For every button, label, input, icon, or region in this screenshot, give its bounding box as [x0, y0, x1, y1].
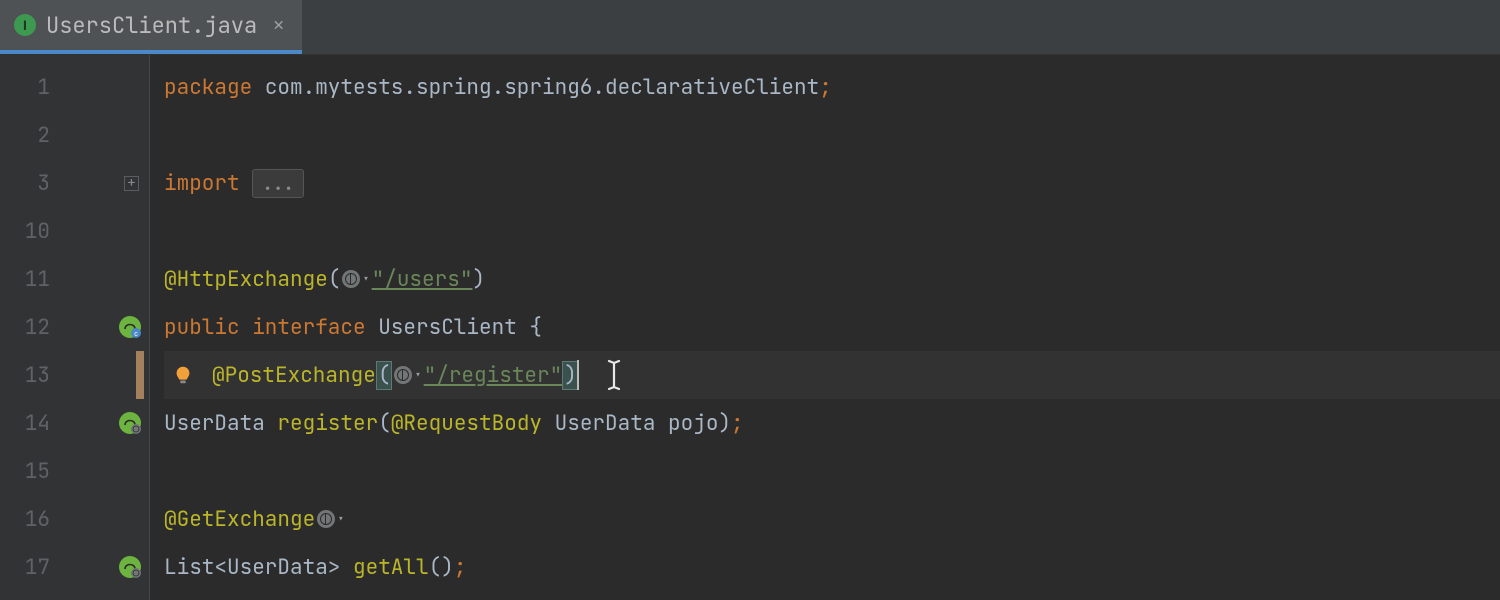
- line-number: 3: [12, 170, 50, 197]
- string-literal: "/users": [372, 266, 473, 293]
- type-name: UserData: [542, 410, 668, 437]
- code-line[interactable]: [164, 447, 1500, 495]
- url-nav-icon[interactable]: ▾: [342, 270, 369, 288]
- method-name: register: [277, 410, 378, 437]
- punct: ;: [731, 410, 744, 437]
- line-number: 2: [12, 122, 50, 149]
- fold-placeholder[interactable]: ...: [252, 169, 304, 198]
- url-nav-icon[interactable]: ▾: [317, 510, 344, 528]
- spring-endpoint-icon[interactable]: [117, 554, 143, 580]
- code-area[interactable]: package com.mytests.spring.spring6.decla…: [150, 55, 1500, 600]
- line-number: 12: [12, 314, 50, 341]
- globe-icon: [342, 270, 360, 288]
- matched-paren: (: [376, 361, 393, 390]
- type-name: List<UserData>: [164, 554, 353, 581]
- fold-expand-icon[interactable]: +: [124, 176, 139, 191]
- svg-text:c: c: [134, 331, 138, 338]
- punct: {: [529, 314, 542, 341]
- editor: 1 2 3 + 10 11 12 c 13 14 15 16 17 package…: [0, 55, 1500, 600]
- tab-bar: I UsersClient.java ✕: [0, 0, 1500, 55]
- method-name: getAll: [353, 554, 429, 581]
- file-tab[interactable]: I UsersClient.java ✕: [0, 0, 302, 54]
- line-number: 1: [12, 74, 50, 101]
- tab-filename: UsersClient.java: [46, 11, 257, 40]
- spring-endpoint-icon[interactable]: [117, 410, 143, 436]
- punct: (: [378, 410, 391, 437]
- code-line[interactable]: [164, 111, 1500, 159]
- code-line[interactable]: @HttpExchange( ▾"/users"): [164, 255, 1500, 303]
- interface-icon: I: [14, 14, 36, 36]
- globe-icon: [317, 510, 335, 528]
- line-number: 10: [12, 218, 50, 245]
- text-caret: [577, 360, 579, 390]
- punct: ;: [819, 74, 832, 101]
- chevron-down-icon: ▾: [337, 511, 344, 527]
- line-number: 17: [12, 554, 50, 581]
- current-line-marker: [136, 351, 144, 399]
- punct: ): [718, 410, 731, 437]
- gutter: 1 2 3 + 10 11 12 c 13 14 15 16 17: [0, 55, 150, 600]
- keyword: public interface: [164, 314, 378, 341]
- intention-bulb-icon[interactable]: [172, 364, 194, 386]
- annotation: @RequestBody: [391, 410, 542, 437]
- close-icon[interactable]: ✕: [273, 14, 284, 37]
- punct: ;: [454, 554, 467, 581]
- line-number: 13: [12, 362, 50, 389]
- line-number: 16: [12, 506, 50, 533]
- param-name: pojo: [668, 410, 718, 437]
- annotation: @HttpExchange: [164, 266, 328, 293]
- keyword: package: [164, 74, 265, 101]
- code-line[interactable]: import ...: [164, 159, 1500, 207]
- globe-icon: [394, 366, 412, 384]
- keyword: import: [164, 170, 252, 197]
- chevron-down-icon: ▾: [414, 367, 421, 383]
- annotation: @GetExchange: [164, 506, 315, 533]
- spring-bean-icon[interactable]: c: [117, 314, 143, 340]
- punct: (: [328, 266, 341, 293]
- code-line[interactable]: @GetExchange ▾: [164, 495, 1500, 543]
- type-name: UserData: [164, 410, 277, 437]
- code-line[interactable]: List<UserData> getAll();: [164, 543, 1500, 591]
- code-line[interactable]: UserData register(@RequestBody UserData …: [164, 399, 1500, 447]
- code-line-current[interactable]: @PostExchange(▾"/register"): [164, 351, 1500, 399]
- annotation: @PostExchange: [212, 362, 376, 389]
- type-name: UsersClient: [378, 314, 529, 341]
- chevron-down-icon: ▾: [362, 271, 369, 287]
- line-number: 14: [12, 410, 50, 437]
- code-line[interactable]: package com.mytests.spring.spring6.decla…: [164, 63, 1500, 111]
- punct: ): [472, 266, 485, 293]
- line-number: 11: [12, 266, 50, 293]
- string-literal: "/register": [424, 362, 563, 389]
- url-nav-icon[interactable]: ▾: [394, 366, 421, 384]
- punct: (): [429, 554, 454, 581]
- code-line[interactable]: [164, 207, 1500, 255]
- line-number: 15: [12, 458, 50, 485]
- code-line[interactable]: public interface UsersClient {: [164, 303, 1500, 351]
- package-name: com.mytests.spring.spring6.declarativeCl…: [265, 74, 819, 101]
